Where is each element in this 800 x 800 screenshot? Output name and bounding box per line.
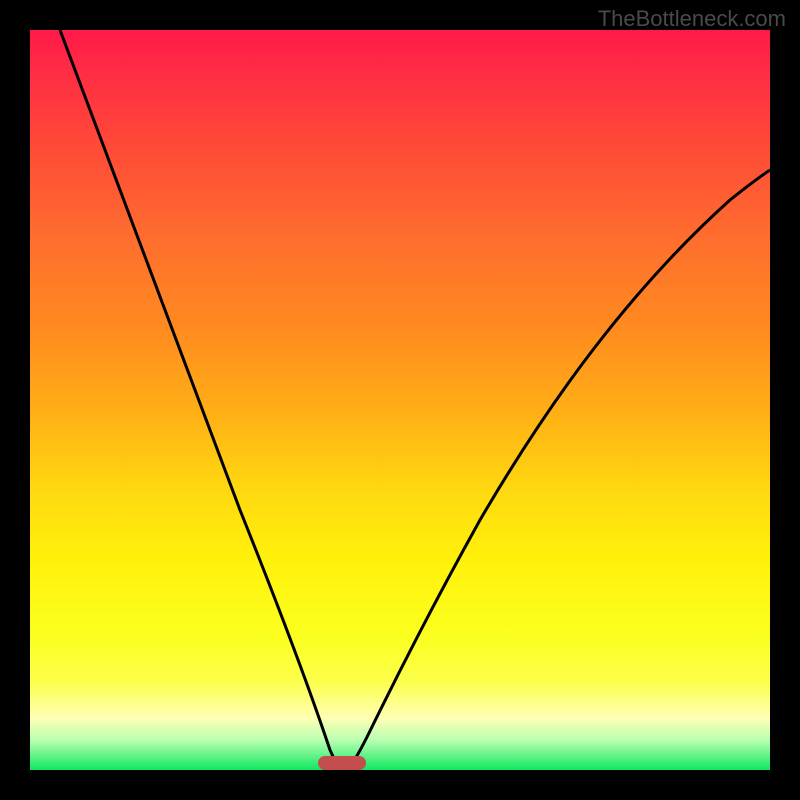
outer-frame: TheBottleneck.com (0, 0, 800, 800)
curve-path (60, 30, 770, 770)
optimal-zone-marker (318, 756, 366, 770)
chart-plot-area (30, 30, 770, 770)
watermark-text: TheBottleneck.com (598, 6, 786, 32)
bottleneck-curve (30, 30, 770, 770)
